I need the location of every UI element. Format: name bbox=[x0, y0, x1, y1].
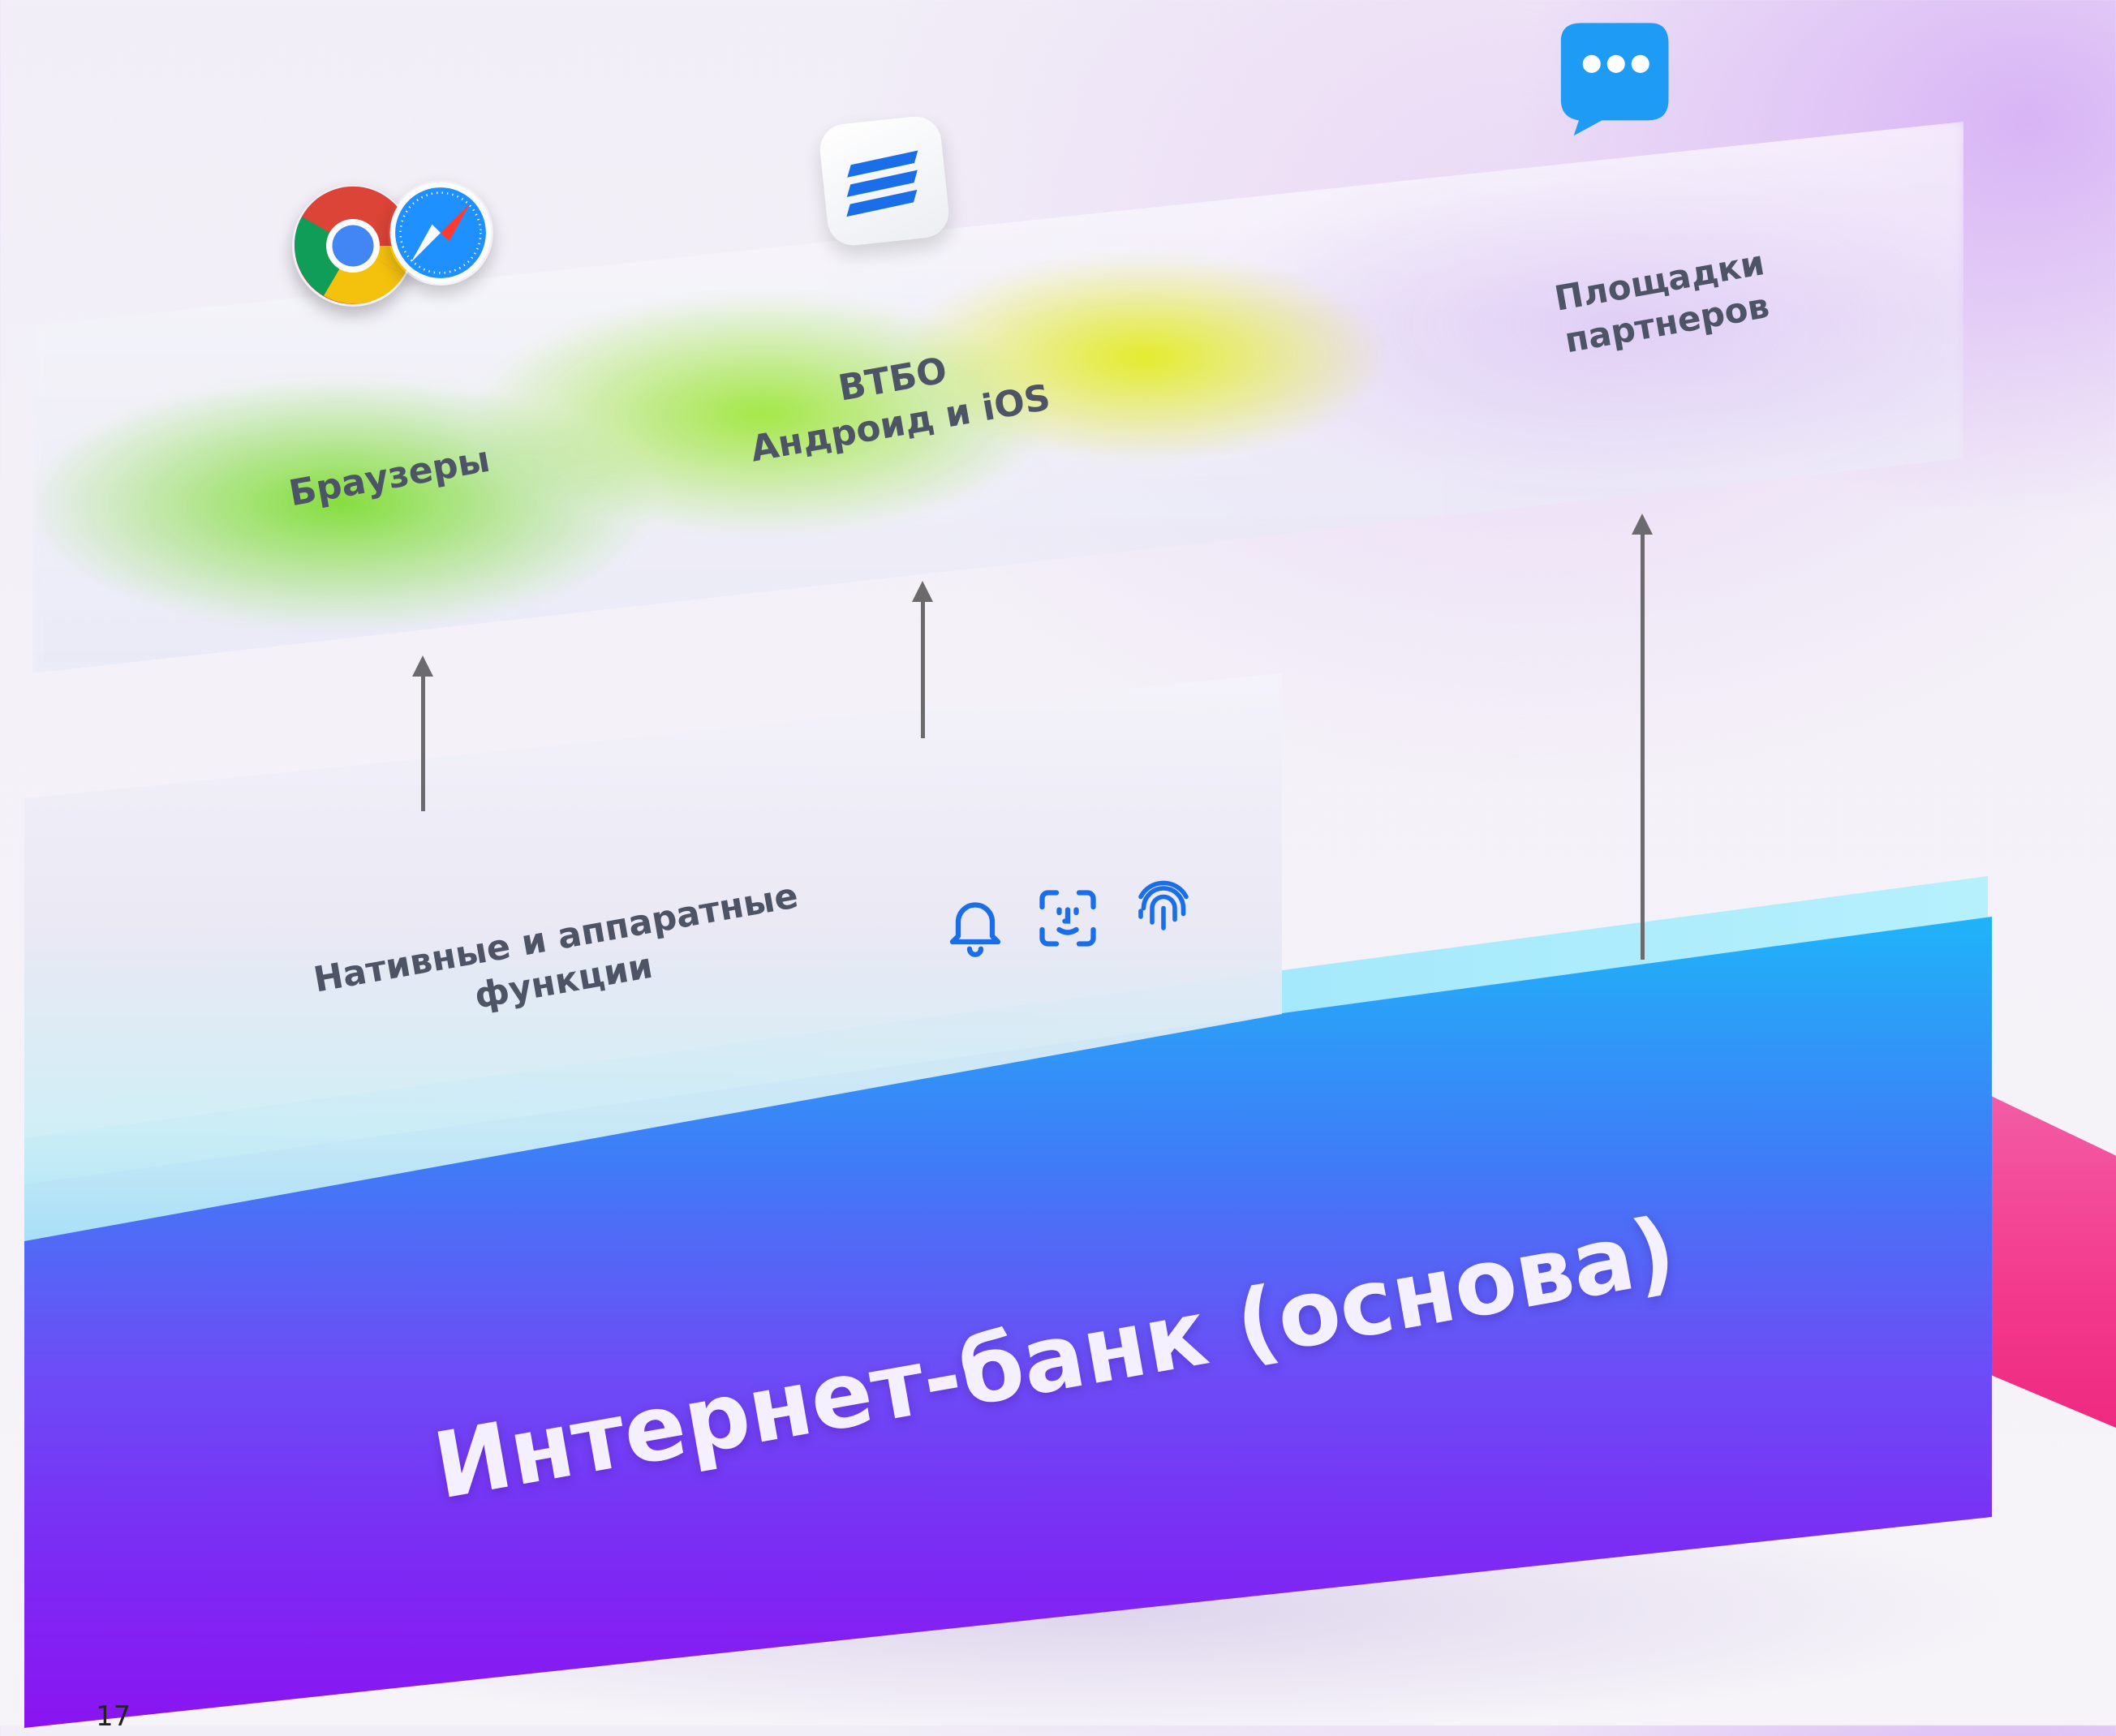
arrow-native-to-browsers bbox=[412, 655, 433, 811]
safari-icon bbox=[389, 182, 492, 284]
vtbo-app-icon bbox=[817, 114, 952, 248]
bell-icon bbox=[949, 902, 1001, 957]
base-platform-side bbox=[1992, 1096, 2116, 1428]
chat-icon bbox=[1560, 23, 1669, 136]
arrow-native-to-vtbo bbox=[912, 581, 933, 738]
page-number: 17 bbox=[96, 1700, 131, 1733]
vtbo-logo-icon bbox=[846, 150, 918, 217]
fingerprint-icon bbox=[1138, 880, 1189, 930]
face-id-icon bbox=[1039, 890, 1096, 947]
arrow-base-to-partners bbox=[1632, 513, 1653, 960]
